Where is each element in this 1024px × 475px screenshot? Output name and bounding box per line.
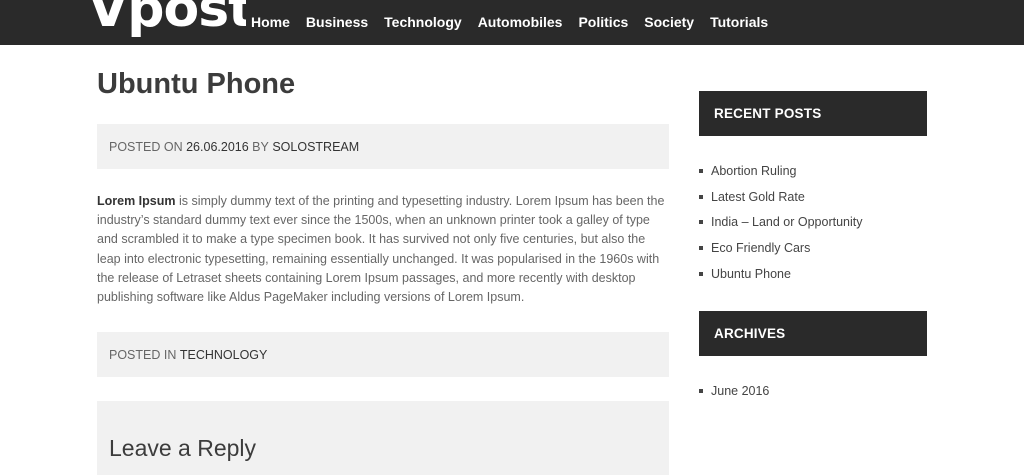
- bullet-icon: [699, 388, 703, 393]
- nav-politics[interactable]: Politics: [578, 14, 628, 30]
- bullet-icon: [699, 220, 703, 225]
- bullet-icon: [699, 194, 703, 199]
- reply-heading: Leave a Reply: [109, 435, 257, 461]
- list-item: June 2016: [699, 378, 769, 404]
- archives-list: June 2016: [699, 378, 769, 404]
- post-date-link[interactable]: 26.06.2016: [186, 140, 249, 154]
- post-meta: POSTED ON 26.06.2016 BY SOLOSTREAM: [97, 124, 669, 169]
- nav-business[interactable]: Business: [306, 14, 368, 30]
- post-body: Lorem Ipsum is simply dummy text of the …: [97, 192, 669, 307]
- bullet-icon: [699, 272, 703, 277]
- reply-section: Leave a Reply: [97, 401, 669, 475]
- list-item: Ubuntu Phone: [699, 261, 863, 287]
- post-body-lead: Lorem Ipsum: [97, 194, 176, 208]
- recent-post-link[interactable]: Eco Friendly Cars: [711, 241, 810, 255]
- site-logo-text: Vposts: [88, 0, 246, 39]
- list-item: India – Land or Opportunity: [699, 210, 863, 236]
- recent-post-link[interactable]: Abortion Ruling: [711, 164, 796, 178]
- top-navigation-bar: Vposts Home Business Technology Automobi…: [0, 0, 1024, 45]
- posted-in-label: POSTED IN: [109, 347, 177, 362]
- recent-post-link[interactable]: Ubuntu Phone: [711, 267, 791, 281]
- recent-post-link[interactable]: India – Land or Opportunity: [711, 215, 863, 229]
- nav-technology[interactable]: Technology: [384, 14, 462, 30]
- site-logo[interactable]: Vposts: [88, 0, 246, 45]
- post-categories: POSTED IN TECHNOLOGY: [97, 332, 669, 377]
- bullet-icon: [699, 246, 703, 251]
- by-label: BY: [252, 139, 269, 154]
- recent-posts-heading: RECENT POSTS: [699, 91, 927, 136]
- post-author-link[interactable]: SOLOSTREAM: [272, 140, 359, 154]
- main-menu: Home Business Technology Automobiles Pol…: [251, 0, 784, 45]
- archive-link[interactable]: June 2016: [711, 384, 769, 398]
- category-link[interactable]: TECHNOLOGY: [180, 348, 268, 362]
- post-title: Ubuntu Phone: [97, 68, 296, 100]
- nav-automobiles[interactable]: Automobiles: [478, 14, 563, 30]
- posted-on-label: POSTED ON: [109, 139, 183, 154]
- nav-home[interactable]: Home: [251, 14, 290, 30]
- archives-heading: ARCHIVES: [699, 311, 927, 356]
- list-item: Abortion Ruling: [699, 158, 863, 184]
- list-item: Latest Gold Rate: [699, 184, 863, 210]
- bullet-icon: [699, 168, 703, 173]
- nav-tutorials[interactable]: Tutorials: [710, 14, 768, 30]
- recent-post-link[interactable]: Latest Gold Rate: [711, 190, 805, 204]
- recent-posts-list: Abortion Ruling Latest Gold Rate India –…: [699, 158, 863, 287]
- list-item: Eco Friendly Cars: [699, 235, 863, 261]
- post-body-text: is simply dummy text of the printing and…: [97, 194, 665, 305]
- nav-society[interactable]: Society: [644, 14, 694, 30]
